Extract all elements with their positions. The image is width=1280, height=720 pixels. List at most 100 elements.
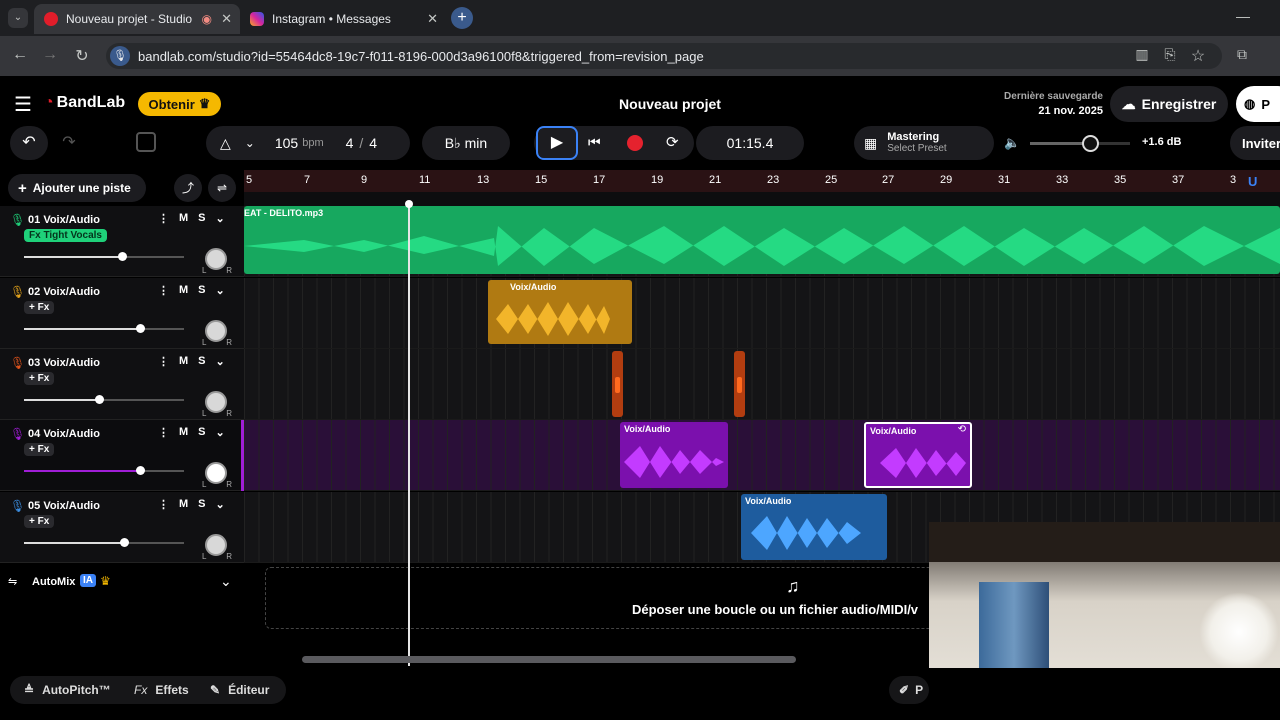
audio-clip-beat[interactable]: EAT - DELITO.mp3 <box>244 206 1280 274</box>
url-input[interactable]: 🎙 bandlab.com/studio?id=55464dc8-19c7-f0… <box>106 43 1222 69</box>
audio-clip[interactable]: Voix/Audio <box>620 422 728 488</box>
audio-clip[interactable]: Voix/Audio <box>741 494 887 560</box>
audio-clip-short[interactable] <box>734 351 745 417</box>
mute-button[interactable]: M <box>179 426 188 439</box>
back-icon[interactable]: ← <box>10 46 30 64</box>
master-volume-slider[interactable] <box>1030 135 1130 152</box>
track-volume-slider[interactable] <box>24 252 184 261</box>
mastering-button[interactable]: ▦ Mastering Select Preset <box>854 126 994 160</box>
obtain-button[interactable]: Obtenir ♛ <box>138 92 221 116</box>
forward-icon[interactable]: → <box>40 46 60 64</box>
tab-search-button[interactable]: ⌄ <box>8 8 28 28</box>
playhead-handle[interactable] <box>405 200 413 208</box>
save-button[interactable]: ☁ Enregistrer <box>1110 86 1228 122</box>
tempo-control[interactable]: △ ⌄ 105 bpm 4 / 4 <box>206 126 410 160</box>
effects-button[interactable]: Fx Effets <box>134 683 189 697</box>
expand-chevron-icon[interactable]: ⌄ <box>216 426 225 439</box>
mute-button[interactable]: M <box>179 498 188 511</box>
slider-knob[interactable] <box>120 538 129 547</box>
master-volume-knob[interactable] <box>1082 135 1099 152</box>
solo-button[interactable]: S <box>198 426 205 439</box>
tab-studio[interactable]: Nouveau projet - Studio ◉ ✕ <box>34 4 240 34</box>
automix-expand-icon[interactable]: ⌄ <box>220 573 232 590</box>
track-options-icon[interactable]: ⋮ <box>158 355 169 368</box>
horizontal-scrollbar[interactable] <box>302 656 796 663</box>
track-settings-icon[interactable]: ⇌ <box>208 174 236 202</box>
bandlab-logo[interactable]: ◔ BandLab <box>44 94 125 112</box>
new-tab-button[interactable]: + <box>451 7 473 29</box>
track-lane-3[interactable] <box>244 349 1280 420</box>
loop-clip-icon[interactable]: ⟲ <box>958 424 966 435</box>
clip-toggle-icon[interactable] <box>136 132 156 152</box>
metronome-dropdown-icon[interactable]: ⌄ <box>245 136 255 150</box>
track-header-3[interactable]: 🎙 03 Voix/Audio ⋮ M S ⌄ + Fx LR <box>0 349 244 420</box>
minimize-icon[interactable]: — <box>1236 8 1250 24</box>
track-options-icon[interactable]: ⋮ <box>158 426 169 439</box>
track-volume-slider[interactable] <box>24 466 184 475</box>
add-fx-button[interactable]: + Fx <box>24 301 55 314</box>
metronome-icon[interactable]: △ <box>220 135 231 152</box>
automation-icon[interactable]: ⤴ <box>174 174 202 202</box>
expand-chevron-icon[interactable]: ⌄ <box>216 355 225 368</box>
track-header-4[interactable]: 🎙 04 Voix/Audio ⋮ M S ⌄ + Fx LR <box>0 420 244 491</box>
track-header-1[interactable]: 🎙 01 Voix/Audio ⋮ M S ⌄ Fx Tight Vocals … <box>0 206 244 277</box>
autopitch-button[interactable]: ≜ AutoPitch™ <box>24 683 111 697</box>
key-control[interactable]: B♭ min <box>422 126 510 160</box>
expand-chevron-icon[interactable]: ⌄ <box>216 284 225 297</box>
solo-button[interactable]: S <box>198 498 205 511</box>
record-icon[interactable] <box>627 135 643 151</box>
timeline-ruler[interactable]: 5 7 9 11 13 15 17 19 21 23 25 27 29 31 3… <box>244 170 1280 192</box>
slider-knob[interactable] <box>136 324 145 333</box>
tab-instagram[interactable]: Instagram • Messages ✕ <box>240 4 446 34</box>
redo-button[interactable]: ↷ <box>50 126 88 160</box>
track-volume-slider[interactable] <box>24 324 184 333</box>
snap-magnet-icon[interactable]: U <box>1248 174 1257 189</box>
play-button[interactable]: ▶ <box>536 126 578 160</box>
playhead[interactable] <box>405 200 413 666</box>
track-options-icon[interactable]: ⋮ <box>158 212 169 225</box>
bookmark-star-icon[interactable]: ☆ <box>1188 46 1208 66</box>
solo-button[interactable]: S <box>198 212 205 225</box>
track-lane-2[interactable]: Voix/Audio <box>244 278 1280 349</box>
track-lane-1[interactable]: EAT - DELITO.mp3 <box>244 206 1280 277</box>
bottom-right-tool[interactable]: ✐ P <box>889 676 929 704</box>
track-volume-slider[interactable] <box>24 395 184 404</box>
solo-button[interactable]: S <box>198 284 205 297</box>
track-options-icon[interactable]: ⋮ <box>158 498 169 511</box>
reload-icon[interactable]: ↻ <box>72 46 92 66</box>
track-lane-4[interactable]: Voix/Audio Voix/Audio ⟲ <box>244 420 1280 491</box>
project-title[interactable]: Nouveau projet <box>560 96 780 112</box>
invite-button[interactable]: Inviter <box>1230 126 1280 160</box>
track-header-2[interactable]: 🎙 02 Voix/Audio ⋮ M S ⌄ + Fx LR <box>0 278 244 349</box>
add-fx-button[interactable]: + Fx <box>24 515 55 528</box>
publish-button[interactable]: ◍ P <box>1236 86 1280 122</box>
loop-icon[interactable]: ⟳ <box>666 133 679 151</box>
undo-button[interactable]: ↶ <box>10 126 48 160</box>
solo-button[interactable]: S <box>198 355 205 368</box>
mute-button[interactable]: M <box>179 284 188 297</box>
slider-knob[interactable] <box>118 252 127 261</box>
add-fx-button[interactable]: + Fx <box>24 443 55 456</box>
track-options-icon[interactable]: ⋮ <box>158 284 169 297</box>
skip-to-start-icon[interactable]: ⏮ <box>588 134 601 151</box>
expand-chevron-icon[interactable]: ⌄ <box>216 212 225 225</box>
audio-clip-short[interactable] <box>612 351 623 417</box>
audio-clip[interactable]: Voix/Audio <box>488 280 632 344</box>
speaker-icon[interactable]: 🔈 <box>1004 135 1020 151</box>
close-tab-icon[interactable]: ✕ <box>221 11 232 27</box>
mute-button[interactable]: M <box>179 355 188 368</box>
slider-knob[interactable] <box>136 466 145 475</box>
mute-button[interactable]: M <box>179 212 188 225</box>
automix-row[interactable]: ⇋ AutoMix IA ♛ ⌄ <box>0 566 244 598</box>
expand-chevron-icon[interactable]: ⌄ <box>216 498 225 511</box>
slider-knob[interactable] <box>95 395 104 404</box>
extensions-icon[interactable]: ⧉ <box>1232 46 1252 63</box>
cast-icon[interactable]: ⎘ <box>1160 46 1180 63</box>
close-tab-icon[interactable]: ✕ <box>427 11 438 27</box>
fx-preset-badge[interactable]: Fx Tight Vocals <box>24 229 107 242</box>
editor-button[interactable]: ✎ Éditeur <box>210 683 269 697</box>
add-fx-button[interactable]: + Fx <box>24 372 55 385</box>
track-header-5[interactable]: 🎙 05 Voix/Audio ⋮ M S ⌄ + Fx LR <box>0 492 244 563</box>
reader-icon[interactable]: ▥ <box>1132 46 1152 63</box>
add-track-button[interactable]: + Ajouter une piste <box>8 174 146 202</box>
